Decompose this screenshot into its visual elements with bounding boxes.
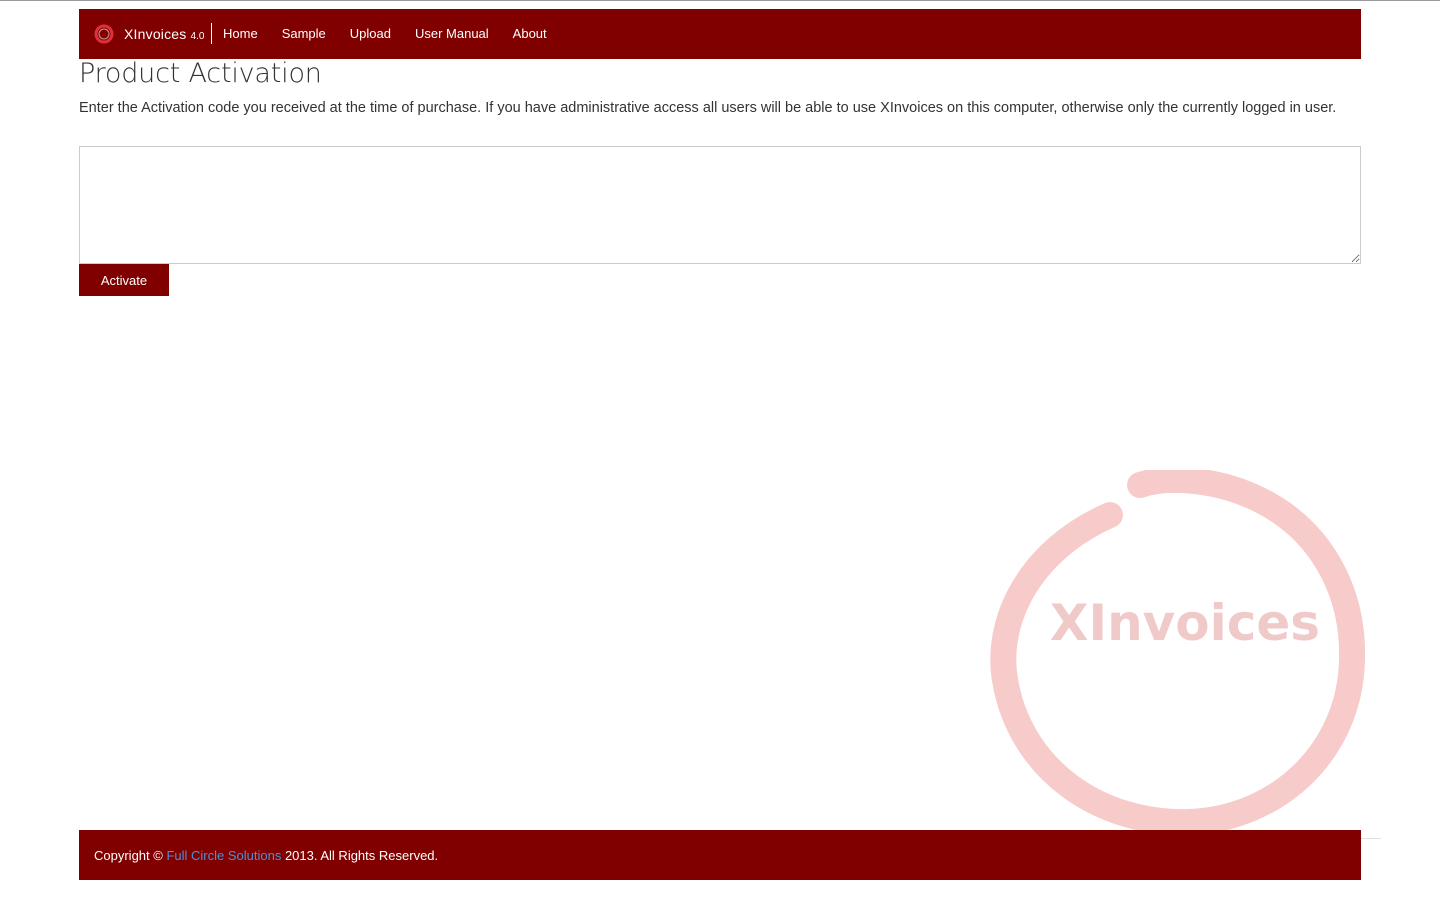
activate-button[interactable]: Activate <box>79 264 169 296</box>
watermark-circle-icon: XInvoices <box>990 467 1366 836</box>
brand-name: XInvoices <box>124 26 187 42</box>
main-nav: Home Sample Upload User Manual About <box>211 9 559 59</box>
navbar: XInvoices 4.0 Home Sample Upload User Ma… <box>79 9 1361 59</box>
nav-sample[interactable]: Sample <box>270 9 338 59</box>
activation-code-input[interactable] <box>79 146 1361 264</box>
nav-upload[interactable]: Upload <box>338 9 403 59</box>
nav-home[interactable]: Home <box>211 9 270 59</box>
top-rule <box>0 0 1440 1</box>
page-title: Product Activation <box>79 58 322 89</box>
brand-logo-icon <box>94 24 114 44</box>
nav-about[interactable]: About <box>501 9 559 59</box>
footer-company-link[interactable]: Full Circle Solutions <box>166 848 281 863</box>
activation-instructions: Enter the Activation code you received a… <box>79 100 1337 116</box>
watermark-logo: XInvoices <box>990 467 1370 840</box>
brand[interactable]: XInvoices 4.0 <box>93 9 204 59</box>
footer: Copyright © Full Circle Solutions 2013. … <box>79 830 1361 880</box>
footer-copyright-suffix: 2013. All Rights Reserved. <box>281 848 439 863</box>
watermark-text: XInvoices <box>1050 594 1320 652</box>
footer-copyright-prefix: Copyright © <box>94 848 167 863</box>
brand-version: 4.0 <box>190 30 205 42</box>
nav-user-manual[interactable]: User Manual <box>403 9 501 59</box>
footer-edge-line <box>1361 838 1381 839</box>
